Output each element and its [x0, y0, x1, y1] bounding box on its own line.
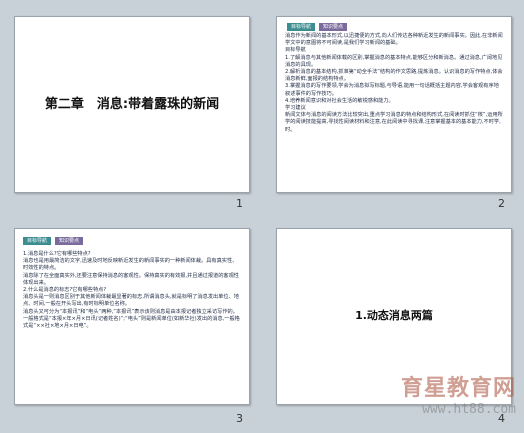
slide-2-tabs: 目标导航 知识要点	[287, 23, 348, 31]
slide-3-number: 3	[236, 412, 243, 425]
slide-3-line: 消息头是一则消息区别于其他新闻体裁最显著的标志,所谓消息头,就是标明了消息发出单…	[23, 294, 239, 308]
slide-3-tab-knowledge: 知识要点	[55, 237, 84, 245]
slide-3-line: 消息也是用最简洁的文字,迅速及时地反映新近发生的新闻事实的一种新闻体裁。具有真实…	[23, 258, 238, 272]
slide-1-title: 第二章 消息:带着露珠的新闻	[44, 97, 220, 112]
slide-2-line: 消息作为新闻的基本形式,以迅捷便的方式,向人们传达各种新近发生的新闻事实。因此,…	[285, 33, 503, 47]
slide-3-tabs: 目标导航 知识要点	[23, 237, 84, 245]
slide-2-line: 目标导航	[285, 47, 306, 54]
watermark-logo-text: 育星教育网	[400, 376, 516, 401]
slide-2-number: 2	[498, 197, 505, 210]
slide-3-thumbnail[interactable]: 目标导航 知识要点 1.消息是什么?它有哪些特点? 消息也是用最简洁的文字,迅速…	[14, 228, 250, 405]
slide-2-line: 新闻文体与消息的阅读方法比较突出,重点学习消息的特点和结构形式,在阅读时抓住“核…	[285, 112, 503, 133]
watermark-url: www.ht88.com	[422, 402, 516, 417]
slide-1-number: 1	[236, 197, 243, 210]
slide-1-thumbnail[interactable]: 第二章 消息:带着露珠的新闻	[14, 16, 250, 193]
slide-4-title: 1.动态消息两篇	[355, 309, 433, 322]
slide-2-tab-goal: 目标导航	[287, 23, 316, 31]
slide-3-line: 消息除了在全面真实外,还要注意保持消息的客观性。保持真实的有效报,并且通过报道的…	[23, 272, 239, 286]
slide-2-line: 1.了解消息与其他新闻体载的区别,掌握消息的基本特点,能够区分和新消息。通过消息…	[285, 54, 503, 68]
slide-2-line: 4.培养新闻意识和对社会生活的敏锐感和能力。	[285, 97, 394, 104]
slide-2-line: 2.解析消息的基本结构,抓准第“动全手法”结构的作文思路,提炼消息。认识消息的写…	[285, 69, 503, 83]
site-watermark: 育星教育网 www.ht88.com	[401, 370, 516, 417]
slide-2-thumbnail[interactable]: 目标导航 知识要点 消息作为新闻的基本形式,以迅捷便的方式,向人们传达各种新近发…	[276, 16, 512, 193]
slide-3-tab-goal: 目标导航	[23, 237, 52, 245]
slide-2-body: 消息作为新闻的基本形式,以迅捷便的方式,向人们传达各种新近发生的新闻事实。因此,…	[285, 33, 503, 134]
slide-2-tab-knowledge: 知识要点	[319, 23, 348, 31]
slide-3-body: 1.消息是什么?它有哪些特点? 消息也是用最简洁的文字,迅速及时地反映新近发生的…	[23, 251, 241, 330]
slide-2-line: 3.掌握消息的写作要领,学会为消息拟写标题,与导语,能用一句话概括主题内容,学会…	[285, 83, 499, 97]
slide-3-line: 消息头又可分为“本报讯”和“电头”两种,“本报讯”表示该则消息是由本报记者独立采…	[23, 308, 240, 330]
